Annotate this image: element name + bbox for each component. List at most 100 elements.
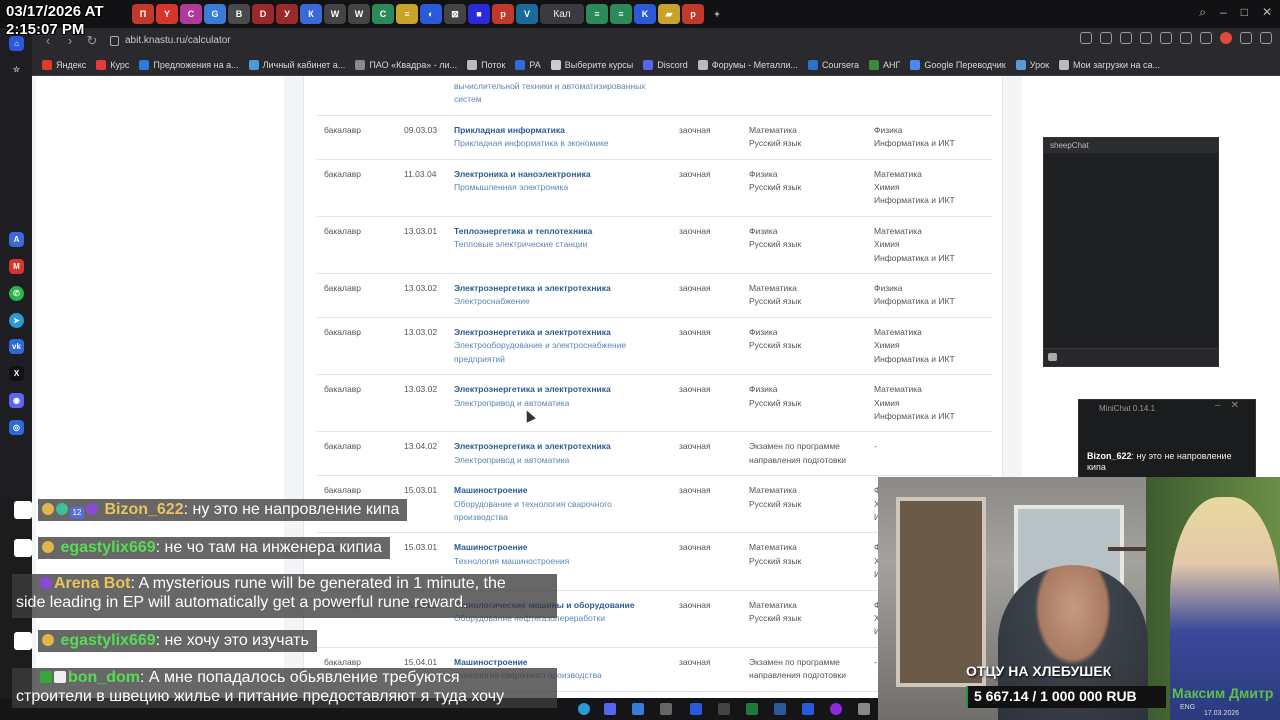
program-name-link[interactable]: Теплоэнергетика и теплотехника [454, 225, 665, 238]
share-icon[interactable] [1080, 32, 1092, 44]
tab-favicon[interactable]: П [132, 4, 154, 24]
program-profile-link[interactable]: Оборудование и технология сварочного про… [454, 498, 665, 525]
tab-favicon[interactable]: К [300, 4, 322, 24]
program-name-link[interactable]: Электроэнергетика и электротехника [454, 440, 665, 453]
tab-favicon[interactable]: ≡ [396, 4, 418, 24]
bookmark-item[interactable]: Выберите курсы [550, 59, 633, 70]
bookmark-item[interactable]: Форумы - Металли... [697, 59, 798, 70]
mail-icon[interactable]: M [9, 259, 24, 274]
program-profile-link[interactable]: Электропривод и автоматика [454, 454, 665, 467]
discord-icon[interactable]: ◉ [9, 393, 24, 408]
program-name-link[interactable]: Машиностроение [454, 484, 665, 497]
star-icon[interactable]: ☆ [9, 62, 24, 77]
excel-icon[interactable] [746, 703, 758, 715]
bookmark-item[interactable]: АНГ [868, 59, 900, 70]
tab-favicon[interactable]: У [276, 4, 298, 24]
download-icon[interactable] [1140, 32, 1152, 44]
bookmark-item[interactable]: РА [515, 59, 541, 70]
tab-favicon[interactable]: G [204, 4, 226, 24]
maximize-icon[interactable]: □ [1241, 5, 1248, 20]
steam-icon[interactable] [774, 703, 786, 715]
program-name-link[interactable]: Электроэнергетика и электротехника [454, 383, 665, 396]
tab-favicon[interactable]: C [372, 4, 394, 24]
program-profile-link[interactable]: Электроснабжение [454, 295, 665, 308]
menu-icon[interactable] [1260, 32, 1272, 44]
program-name-link[interactable]: Прикладная информатика [454, 124, 665, 137]
tab-favicon[interactable]: Y [156, 4, 178, 24]
bookmark-item[interactable]: Google Переводчик [910, 59, 1006, 70]
close-icon[interactable]: ✕ [1231, 400, 1249, 411]
tab-favicon[interactable]: W [324, 4, 346, 24]
program-name-link[interactable]: Электроника и наноэлектроника [454, 168, 665, 181]
required-exams-cell: Математика Русский язык [741, 115, 866, 160]
new-tab-icon[interactable]: + [706, 4, 728, 24]
tab-favicon[interactable]: V [516, 4, 538, 24]
program-profile-link[interactable]: Тепловые электрические станции [454, 238, 665, 251]
program-code: 13.03.02 [404, 384, 438, 395]
bookmark-icon[interactable] [1180, 32, 1192, 44]
tab-favicon[interactable]: ≡ [586, 4, 608, 24]
url-field[interactable]: abit.knastu.ru/calculator [110, 32, 970, 50]
bookmark-item[interactable]: Урок [1015, 59, 1049, 70]
program-name-link[interactable]: Электроэнергетика и электротехника [454, 282, 665, 295]
discord-icon[interactable] [604, 703, 616, 715]
sidebar-app-icon[interactable]: A [9, 232, 24, 247]
program-profile-link[interactable]: Электропривод и автоматика [454, 397, 665, 410]
sheepchat-camera-icon[interactable] [1048, 353, 1057, 361]
tab-favicon[interactable]: С [180, 4, 202, 24]
tab-favicon[interactable]: ≡ [610, 4, 632, 24]
taskbar-lang[interactable]: ENG [1180, 704, 1195, 711]
tab-favicon[interactable]: ⊠ [444, 4, 466, 24]
tab-favicon[interactable]: B [228, 4, 250, 24]
bookmark-item[interactable]: Coursera [807, 59, 859, 70]
minimize-icon[interactable]: – [1220, 5, 1227, 20]
bookmark-item[interactable]: Поток [467, 59, 505, 70]
tab-favicon[interactable]: ◐ [420, 4, 442, 24]
app-icon[interactable] [718, 703, 730, 715]
whatsapp-icon[interactable]: ✆ [9, 286, 24, 301]
tab-favicon[interactable]: D [252, 4, 274, 24]
tab-favicon[interactable]: ■ [468, 4, 490, 24]
heart-icon[interactable] [1160, 32, 1172, 44]
bookmark-item[interactable]: Discord [643, 59, 688, 70]
profile-icon[interactable] [1200, 32, 1212, 44]
program-profile-link[interactable]: вычислительной техники и автоматизирован… [454, 80, 665, 107]
shield-icon[interactable] [1120, 32, 1132, 44]
camera-icon[interactable] [1100, 32, 1112, 44]
tab-favicon[interactable]: p [682, 4, 704, 24]
search-tabs-icon[interactable]: ⌕ [1199, 5, 1206, 20]
telegram-icon[interactable]: ➤ [9, 313, 24, 328]
program-profile-link[interactable]: Электрооборудование и электроснабжение п… [454, 339, 665, 366]
program-name-link[interactable]: Электроэнергетика и электротехника [454, 326, 665, 339]
program-name-link[interactable]: Машиностроение [454, 541, 665, 554]
sidebar-app-icon[interactable]: ◎ [9, 420, 24, 435]
bookmark-item[interactable]: Предложения на а... [139, 59, 239, 70]
close-window-icon[interactable]: ✕ [1262, 5, 1272, 20]
word-icon[interactable] [802, 703, 814, 715]
x-icon[interactable]: X [9, 366, 24, 381]
vk-icon[interactable]: vk [9, 339, 24, 354]
browser-icon[interactable] [632, 703, 644, 715]
bookmark-item[interactable]: Курс [96, 59, 129, 70]
bookmark-item[interactable]: ПАО «Квадра» - ли... [355, 59, 457, 70]
bookmark-item[interactable]: Личный кабинет а... [248, 59, 345, 70]
app-icon[interactable] [690, 703, 702, 715]
globe-icon[interactable] [1240, 32, 1252, 44]
bookmark-item[interactable]: Яндекс [42, 59, 86, 70]
app-icon[interactable] [830, 703, 842, 715]
telegram-icon[interactable] [578, 703, 590, 715]
minimize-icon[interactable]: – [1215, 400, 1231, 411]
app-icon[interactable] [858, 703, 870, 715]
tab-favicon[interactable]: W [348, 4, 370, 24]
tab-favicon[interactable]: ▰ [658, 4, 680, 24]
bookmark-item[interactable]: Мои загрузки на са... [1059, 59, 1160, 70]
tab-favicon[interactable]: K [634, 4, 656, 24]
program-profile-link[interactable]: Технология машиностроения [454, 555, 665, 568]
chat-username: Arena Bot [54, 575, 131, 592]
program-profile-link[interactable]: Промышленная электроника [454, 181, 665, 194]
program-profile-link[interactable]: Прикладная информатика в экономике [454, 137, 665, 150]
app-icon[interactable] [660, 703, 672, 715]
tab-favicon[interactable]: p [492, 4, 514, 24]
extension-icon[interactable] [1220, 32, 1232, 44]
tab-active[interactable]: Кал [540, 4, 584, 24]
